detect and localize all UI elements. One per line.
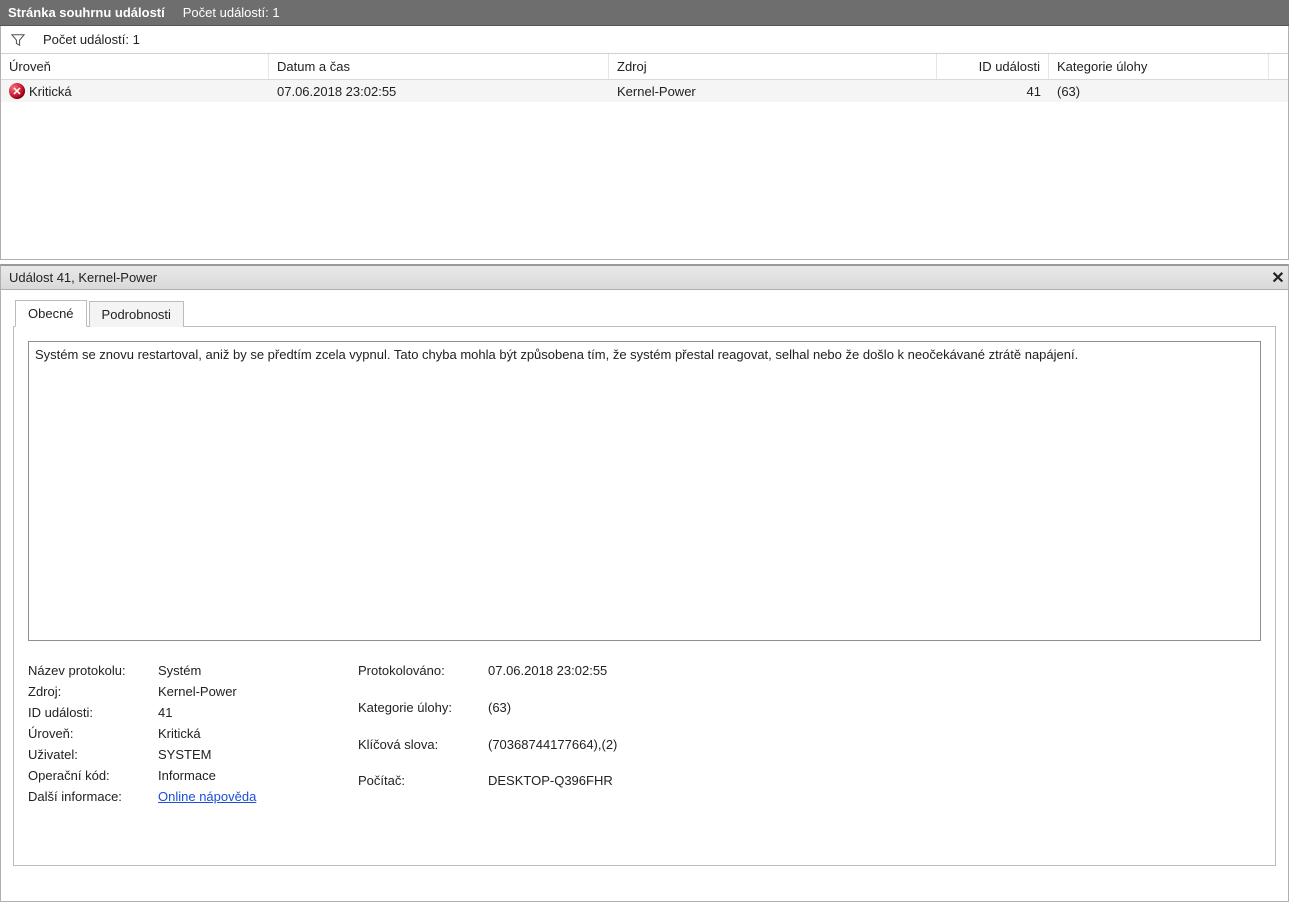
value-user: SYSTEM [158, 747, 358, 762]
label-keywords: Klíčová slova: [358, 737, 486, 752]
col-header-source[interactable]: Zdroj [609, 54, 937, 79]
label-log-name: Název protokolu: [28, 663, 156, 678]
value-computer: DESKTOP-Q396FHR [488, 773, 617, 788]
detail-header: Událost 41, Kernel-Power ✕ [0, 264, 1289, 290]
events-grid[interactable]: Úroveň Datum a čas Zdroj ID události Kat… [1, 54, 1288, 259]
grid-header: Úroveň Datum a čas Zdroj ID události Kat… [1, 54, 1288, 80]
filter-icon[interactable] [11, 33, 25, 47]
col-header-eventid[interactable]: ID události [937, 54, 1049, 79]
label-more-info: Další informace: [28, 789, 156, 804]
window-titlebar: Stránka souhrnu událostí Počet událostí:… [0, 0, 1289, 26]
tab-details[interactable]: Podrobnosti [89, 301, 184, 327]
tab-general[interactable]: Obecné [15, 300, 87, 327]
label-event-id: ID události: [28, 705, 156, 720]
tab-general-content: Systém se znovu restartoval, aniž by se … [13, 326, 1276, 866]
cell-source: Kernel-Power [609, 80, 937, 102]
cell-eventid: 41 [937, 80, 1049, 102]
event-metadata: Název protokolu: Systém Zdroj: Kernel-Po… [28, 663, 1261, 804]
label-computer: Počítač: [358, 773, 486, 788]
value-logged: 07.06.2018 23:02:55 [488, 663, 617, 678]
link-online-help[interactable]: Online nápověda [158, 789, 358, 804]
label-opcode: Operační kód: [28, 768, 156, 783]
critical-icon: ✕ [9, 83, 25, 99]
value-keywords: (70368744177664),(2) [488, 737, 617, 752]
filter-row: Počet událostí: 1 [1, 26, 1288, 54]
label-user: Uživatel: [28, 747, 156, 762]
titlebar-title: Stránka souhrnu událostí [8, 5, 165, 20]
value-level: Kritická [158, 726, 358, 741]
value-opcode: Informace [158, 768, 358, 783]
col-header-datetime[interactable]: Datum a čas [269, 54, 609, 79]
detail-tabs: Obecné Podrobnosti [7, 296, 1282, 326]
col-header-category[interactable]: Kategorie úlohy [1049, 54, 1269, 79]
cell-category: (63) [1049, 80, 1269, 102]
label-level: Úroveň: [28, 726, 156, 741]
label-logged: Protokolováno: [358, 663, 486, 678]
value-task-category: (63) [488, 700, 617, 715]
col-header-level[interactable]: Úroveň [1, 54, 269, 79]
events-panel: Počet událostí: 1 Úroveň Datum a čas Zdr… [0, 26, 1289, 260]
value-event-id: 41 [158, 705, 358, 720]
value-source: Kernel-Power [158, 684, 358, 699]
filter-count-label: Počet událostí: 1 [43, 32, 140, 47]
close-icon[interactable]: ✕ [1268, 268, 1288, 288]
cell-level: ✕ Kritická [1, 80, 269, 102]
cell-datetime: 07.06.2018 23:02:55 [269, 80, 609, 102]
value-log-name: Systém [158, 663, 358, 678]
event-description[interactable]: Systém se znovu restartoval, aniž by se … [28, 341, 1261, 641]
table-row[interactable]: ✕ Kritická 07.06.2018 23:02:55 Kernel-Po… [1, 80, 1288, 102]
cell-level-text: Kritická [29, 84, 72, 99]
label-source: Zdroj: [28, 684, 156, 699]
titlebar-count: Počet událostí: 1 [183, 5, 280, 20]
label-task-category: Kategorie úlohy: [358, 700, 486, 715]
detail-header-title: Událost 41, Kernel-Power [9, 270, 157, 285]
detail-body: Obecné Podrobnosti Systém se znovu resta… [0, 290, 1289, 902]
